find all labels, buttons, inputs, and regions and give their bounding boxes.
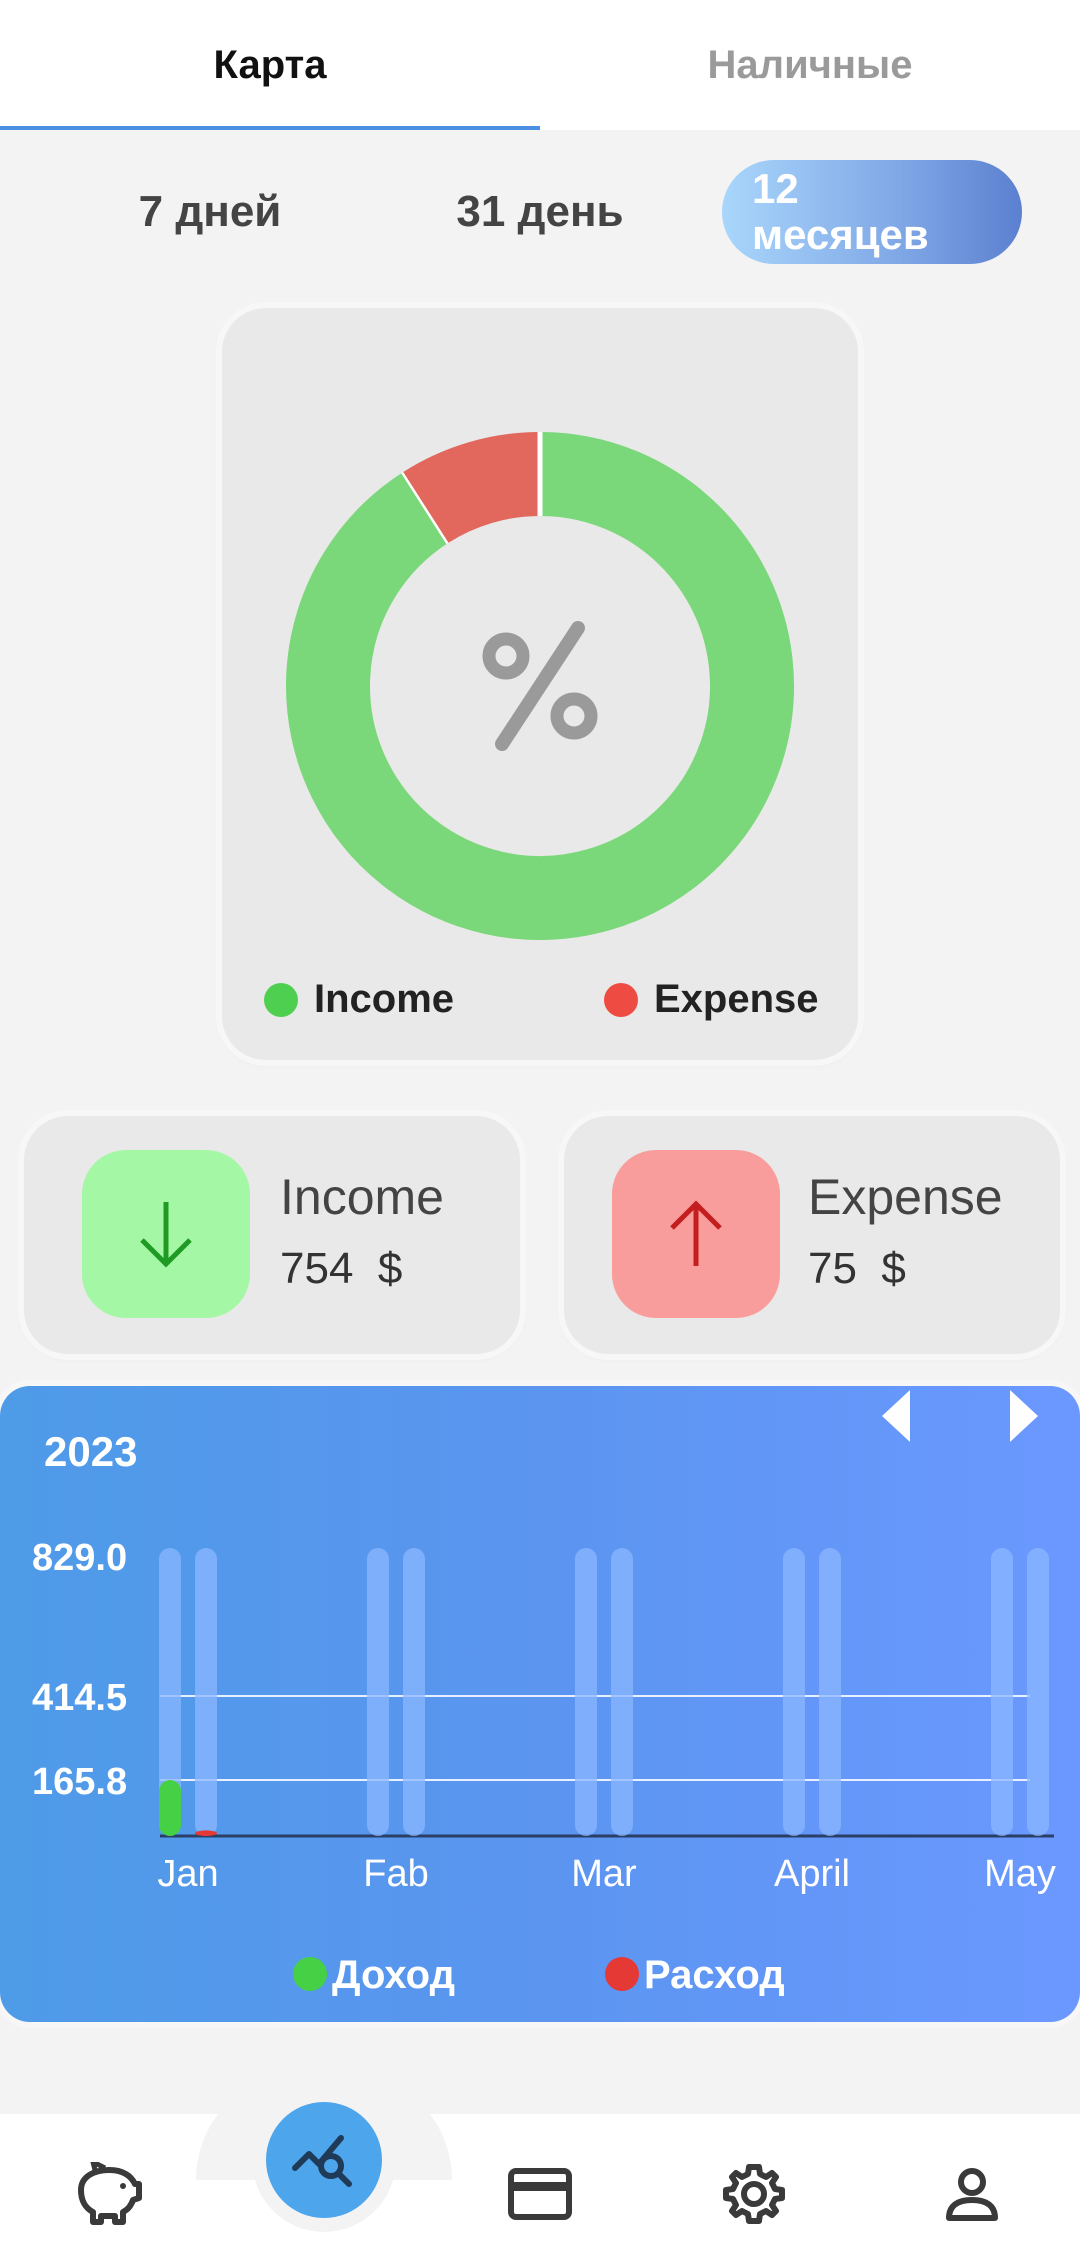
chart-legend-dot — [293, 1957, 327, 1991]
nav-settings[interactable] — [714, 2154, 794, 2234]
y-tick-label: 414.5 — [32, 1677, 127, 1719]
income-label: Income — [280, 1169, 444, 1225]
tab-card[interactable]: Карта — [0, 0, 540, 130]
chart-legend-label: Расход — [644, 1953, 785, 1997]
expense-icon-box — [612, 1150, 780, 1318]
bar-chart: 829.0 414.5 165.8 Jan Fab Mar April May Доход Рас… — [32, 1537, 1056, 1997]
percent-icon — [482, 621, 598, 751]
y-tick-label: 829.0 — [32, 1537, 127, 1579]
income-amount: 754 $ — [280, 1244, 403, 1293]
bar-track — [367, 1548, 389, 1836]
x-tick-label: April — [774, 1853, 850, 1895]
bar-track — [611, 1548, 633, 1836]
card-icon — [508, 2168, 572, 2220]
bar-track — [403, 1548, 425, 1836]
profile-icon — [946, 2168, 998, 2221]
income-summary-card[interactable]: Income 754 $ — [24, 1116, 520, 1354]
monthly-bar-chart-card: 2023 829.0 414.5 165.8 Jan Fab Mar April May Дох… — [0, 1386, 1080, 2022]
legend-expense-label: Expense — [654, 977, 819, 1021]
x-tick-label: Jan — [157, 1853, 218, 1895]
nav-savings[interactable] — [68, 2154, 148, 2234]
period-31-days[interactable]: 31 день — [440, 160, 640, 264]
bottom-navigation — [0, 2114, 1080, 2253]
nav-profile[interactable] — [932, 2154, 1012, 2234]
x-tick-label: Fab — [363, 1853, 428, 1895]
period-7-days[interactable]: 7 дней — [120, 160, 300, 264]
piggy-bank-icon — [78, 2162, 142, 2225]
analytics-icon — [292, 2135, 352, 2187]
income-icon-box — [82, 1150, 250, 1318]
bar-income-jan[interactable] — [159, 1780, 181, 1836]
bar-track — [819, 1548, 841, 1836]
donut-slice-expense — [403, 432, 542, 544]
settings-icon — [723, 2164, 785, 2224]
account-tabs: Карта Наличные — [0, 0, 1080, 130]
bar-track — [783, 1548, 805, 1836]
period-12-months[interactable]: 12 месяцев — [722, 160, 1022, 264]
tab-cash[interactable]: Наличные — [540, 0, 1080, 130]
legend-expense-dot — [604, 982, 638, 1017]
bar-track — [991, 1548, 1013, 1836]
arrow-down-icon — [140, 1202, 192, 1268]
nav-cards[interactable] — [500, 2154, 580, 2234]
legend-expense: Expense — [604, 977, 819, 1022]
legend-income: Income — [264, 977, 454, 1022]
period-selector: 7 дней 31 день 12 месяцев — [0, 160, 1080, 264]
bar-track — [1027, 1548, 1049, 1836]
y-tick-label: 165.8 — [32, 1761, 127, 1803]
legend-income-label: Income — [314, 977, 455, 1021]
income-expense-donut-card: Income Expense — [222, 308, 858, 1060]
x-tick-label: Mar — [571, 1853, 637, 1895]
expense-summary-card[interactable]: Expense 75 $ — [564, 1116, 1060, 1354]
arrow-up-icon — [670, 1200, 722, 1266]
nav-analytics-button[interactable] — [266, 2102, 382, 2218]
legend-income-dot — [264, 982, 298, 1017]
bar-expense-jan[interactable] — [195, 1830, 217, 1836]
expense-label: Expense — [808, 1169, 1003, 1225]
chart-legend-label: Доход — [332, 1953, 455, 1997]
bar-track — [575, 1548, 597, 1836]
expense-amount: 75 $ — [808, 1244, 906, 1293]
bar-track — [195, 1548, 217, 1836]
x-tick-label: May — [984, 1853, 1056, 1895]
chart-legend-dot — [605, 1957, 639, 1991]
donut-chart — [286, 432, 794, 940]
